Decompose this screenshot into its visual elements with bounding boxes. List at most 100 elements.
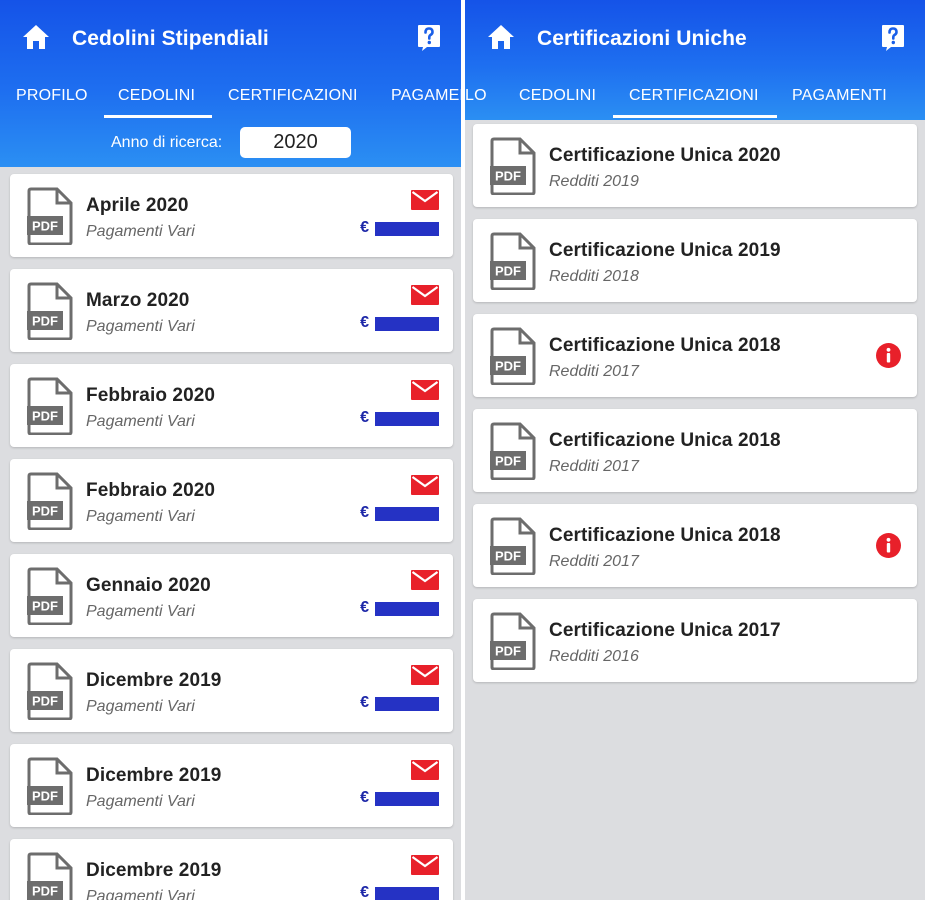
svg-text:PDF: PDF (32, 884, 58, 899)
tab-bar: LO CEDOLINI CERTIFICAZIONI PAGAMENTI (465, 78, 925, 118)
euro-symbol: € (360, 599, 369, 616)
info-icon[interactable] (876, 533, 901, 558)
svg-text:PDF: PDF (495, 169, 521, 184)
payslip-card[interactable]: PDF Dicembre 2019 Pagamenti Vari € (10, 744, 453, 827)
svg-text:PDF: PDF (495, 264, 521, 279)
certification-title: Certificazione Unica 2018 (549, 335, 781, 356)
amount-redacted[interactable] (375, 602, 439, 616)
svg-text:PDF: PDF (32, 504, 58, 519)
home-icon[interactable] (22, 24, 50, 50)
pdf-file-icon: PDF (490, 422, 536, 480)
payslip-card[interactable]: PDF Dicembre 2019 Pagamenti Vari € (10, 839, 453, 900)
payslip-subtitle: Pagamenti Vari (86, 508, 195, 525)
tab-pagamenti[interactable]: PAGAMENTI (792, 87, 887, 105)
top-bar: Cedolini Stipendiali (0, 0, 461, 78)
euro-symbol: € (360, 504, 369, 521)
svg-text:PDF: PDF (495, 359, 521, 374)
amount-redacted[interactable] (375, 887, 439, 900)
payslip-card[interactable]: PDF Febbraio 2020 Pagamenti Vari € (10, 459, 453, 542)
pdf-file-icon: PDF (490, 232, 536, 290)
payslip-card[interactable]: PDF Gennaio 2020 Pagamenti Vari € (10, 554, 453, 637)
page-title: Certificazioni Uniche (537, 27, 747, 50)
mail-icon[interactable] (411, 380, 439, 400)
mail-icon[interactable] (411, 760, 439, 780)
payslip-card[interactable]: PDF Dicembre 2019 Pagamenti Vari € (10, 649, 453, 732)
home-icon[interactable] (487, 24, 515, 50)
euro-symbol: € (360, 884, 369, 900)
certification-subtitle: Redditi 2017 (549, 363, 639, 380)
payslip-title: Aprile 2020 (86, 195, 189, 216)
certification-subtitle: Redditi 2017 (549, 458, 639, 475)
certification-title: Certificazione Unica 2018 (549, 430, 781, 451)
info-icon[interactable] (876, 343, 901, 368)
payslip-title: Febbraio 2020 (86, 480, 216, 501)
svg-text:PDF: PDF (495, 454, 521, 469)
pdf-file-icon: PDF (27, 662, 73, 720)
mail-icon[interactable] (411, 570, 439, 590)
mail-icon[interactable] (411, 855, 439, 875)
tab-certificazioni[interactable]: CERTIFICAZIONI (629, 87, 759, 105)
amount-redacted[interactable] (375, 697, 439, 711)
tab-certificazioni[interactable]: CERTIFICAZIONI (228, 87, 358, 105)
certification-card[interactable]: PDF Certificazione Unica 2017 Redditi 2016 (473, 599, 917, 682)
certification-subtitle: Redditi 2018 (549, 268, 639, 285)
certification-card[interactable]: PDF Certificazione Unica 2019 Redditi 2018 (473, 219, 917, 302)
payslip-title: Dicembre 2019 (86, 860, 222, 881)
pdf-file-icon: PDF (490, 327, 536, 385)
pdf-file-icon: PDF (27, 567, 73, 625)
certification-subtitle: Redditi 2017 (549, 553, 639, 570)
tab-profilo[interactable]: LO (465, 87, 487, 105)
certification-card[interactable]: PDF Certificazione Unica 2018 Redditi 2017 (473, 504, 917, 587)
amount-redacted[interactable] (375, 792, 439, 806)
svg-text:PDF: PDF (32, 219, 58, 234)
payslip-subtitle: Pagamenti Vari (86, 223, 195, 240)
help-icon[interactable] (417, 24, 441, 52)
svg-text:PDF: PDF (495, 549, 521, 564)
svg-text:PDF: PDF (32, 314, 58, 329)
payslip-subtitle: Pagamenti Vari (86, 793, 195, 810)
amount-redacted[interactable] (375, 317, 439, 331)
pdf-file-icon: PDF (27, 377, 73, 435)
year-input[interactable] (240, 127, 351, 158)
mail-icon[interactable] (411, 190, 439, 210)
euro-symbol: € (360, 409, 369, 426)
tab-cedolini[interactable]: CEDOLINI (118, 87, 195, 105)
svg-text:PDF: PDF (32, 409, 58, 424)
payslip-title: Gennaio 2020 (86, 575, 211, 596)
payslips-screen: Cedolini Stipendiali PROFILO CEDOLINI CE… (0, 0, 461, 900)
tab-cedolini[interactable]: CEDOLINI (519, 87, 596, 105)
active-tab-indicator (613, 115, 777, 118)
payslip-card[interactable]: PDF Marzo 2020 Pagamenti Vari € (10, 269, 453, 352)
certification-card[interactable]: PDF Certificazione Unica 2020 Redditi 2019 (473, 124, 917, 207)
mail-icon[interactable] (411, 475, 439, 495)
certification-title: Certificazione Unica 2020 (549, 145, 781, 166)
payslip-title: Marzo 2020 (86, 290, 190, 311)
amount-redacted[interactable] (375, 222, 439, 236)
page-title: Cedolini Stipendiali (72, 27, 269, 50)
amount-redacted[interactable] (375, 507, 439, 521)
year-label: Anno di ricerca: (111, 134, 223, 151)
svg-text:PDF: PDF (495, 644, 521, 659)
payslip-subtitle: Pagamenti Vari (86, 603, 195, 620)
euro-symbol: € (360, 219, 369, 236)
mail-icon[interactable] (411, 665, 439, 685)
certification-card[interactable]: PDF Certificazione Unica 2018 Redditi 2017 (473, 409, 917, 492)
payslip-subtitle: Pagamenti Vari (86, 413, 195, 430)
payslip-subtitle: Pagamenti Vari (86, 698, 195, 715)
pdf-file-icon: PDF (27, 472, 73, 530)
mail-icon[interactable] (411, 285, 439, 305)
payslip-title: Dicembre 2019 (86, 765, 222, 786)
tab-bar: PROFILO CEDOLINI CERTIFICAZIONI PAGAMENT… (0, 78, 461, 118)
tab-pagamenti[interactable]: PAGAMENTI (391, 87, 461, 105)
payslip-card[interactable]: PDF Aprile 2020 Pagamenti Vari € (10, 174, 453, 257)
help-icon[interactable] (881, 24, 905, 52)
euro-symbol: € (360, 789, 369, 806)
payslip-card[interactable]: PDF Febbraio 2020 Pagamenti Vari € (10, 364, 453, 447)
amount-redacted[interactable] (375, 412, 439, 426)
svg-text:PDF: PDF (32, 694, 58, 709)
tab-profilo[interactable]: PROFILO (16, 87, 88, 105)
certification-card[interactable]: PDF Certificazione Unica 2018 Redditi 2017 (473, 314, 917, 397)
pdf-file-icon: PDF (27, 282, 73, 340)
pdf-file-icon: PDF (490, 137, 536, 195)
certifications-screen: Certificazioni Uniche LO CEDOLINI CERTIF… (465, 0, 925, 900)
